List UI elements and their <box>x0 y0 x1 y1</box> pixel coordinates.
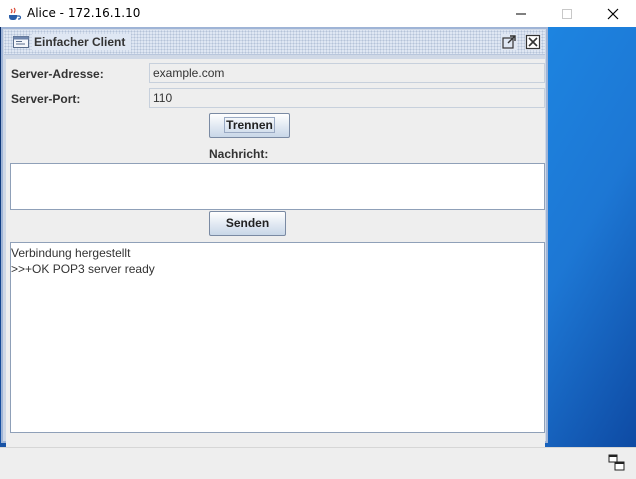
restore-icon <box>502 35 516 49</box>
window-title-bar[interactable]: Alice - 172.16.1.10 <box>0 0 636 28</box>
close-icon <box>607 8 619 20</box>
window-tile-icon[interactable] <box>608 454 626 472</box>
send-button-label: Senden <box>225 216 270 230</box>
log-line: >>+OK POP3 server ready <box>11 262 155 276</box>
message-input[interactable] <box>10 163 545 210</box>
close-window-button[interactable] <box>590 0 636 27</box>
server-port-field[interactable]: 110 <box>149 88 545 108</box>
disconnect-button[interactable]: Trennen <box>209 113 290 138</box>
internal-frame-title: Einfacher Client <box>32 34 132 50</box>
log-line: Verbindung hergestellt <box>11 246 131 260</box>
internal-frame-title-bar[interactable]: Einfacher Client <box>4 30 545 55</box>
send-button[interactable]: Senden <box>209 211 286 236</box>
log-output[interactable]: Verbindung hergestellt >>+OK POP3 server… <box>10 242 545 433</box>
maximize-icon <box>562 9 572 19</box>
minimize-button[interactable] <box>498 0 544 27</box>
server-address-label: Server-Adresse: <box>11 67 104 81</box>
maximize-button[interactable] <box>544 0 590 27</box>
disconnect-button-label: Trennen <box>224 117 275 133</box>
java-cup-icon <box>9 7 22 20</box>
server-address-field[interactable]: example.com <box>149 63 545 83</box>
message-label: Nachricht: <box>209 147 269 161</box>
frame-close-button[interactable] <box>525 34 541 50</box>
restore-button[interactable] <box>501 34 517 50</box>
server-port-label: Server-Port: <box>11 92 81 106</box>
minimize-icon <box>516 13 526 15</box>
status-bar <box>0 447 636 479</box>
window-title: Alice - 172.16.1.10 <box>27 6 141 20</box>
close-icon <box>525 34 541 50</box>
frame-icon <box>13 36 29 48</box>
internal-frame-content: Server-Adresse: example.com Server-Port:… <box>6 59 545 459</box>
internal-frame[interactable]: Einfacher Client Server-Adresse: example… <box>1 27 548 459</box>
